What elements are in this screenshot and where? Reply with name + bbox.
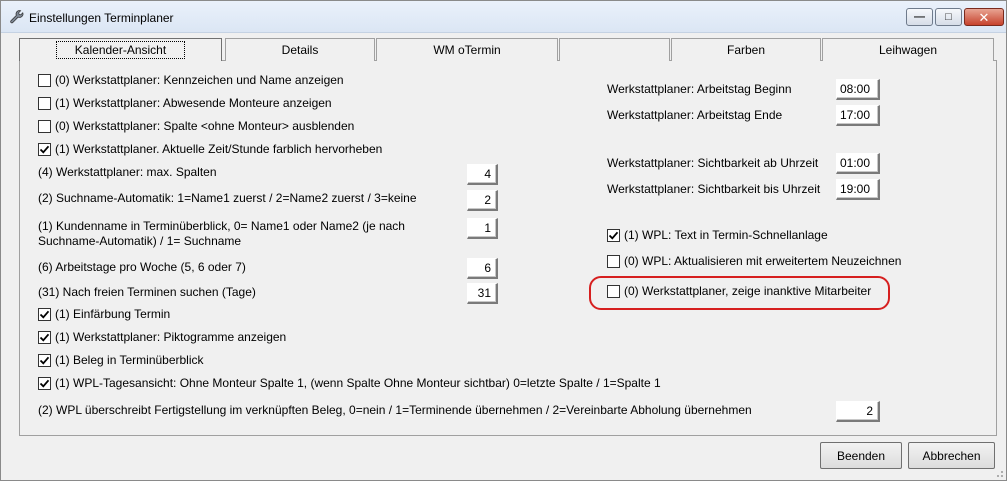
window-title: Einstellungen Terminplaner xyxy=(29,11,174,25)
wrench-icon xyxy=(10,10,24,24)
maximize-button[interactable]: □ xyxy=(935,8,962,26)
checkbox[interactable] xyxy=(38,353,51,367)
arbeitstag-ende-label: Werkstattplaner: Arbeitstag Ende xyxy=(607,108,783,122)
checkbox[interactable] xyxy=(38,96,51,110)
settings-window: Einstellungen Terminplaner — □ ✕ Kalende… xyxy=(0,0,1007,481)
checkbox-row-einfaerbung[interactable]: (1) Einfärbung Termin xyxy=(38,305,170,323)
abbrechen-button[interactable]: Abbrechen xyxy=(908,442,995,469)
checkbox-row-tagesansicht[interactable]: (1) WPL-Tagesansicht: Ohne Monteur Spalt… xyxy=(38,374,661,392)
tab-details[interactable]: Details xyxy=(225,38,375,61)
checkbox-label: (1) Werkstattplaner: Abwesende Monteure … xyxy=(55,96,332,110)
arbeitstag-beginn-field[interactable]: 08:00 xyxy=(836,79,880,100)
tab-empty[interactable] xyxy=(559,38,670,61)
fertigstellung-field[interactable]: 2 xyxy=(836,401,880,422)
checkbox-label: (1) WPL-Tagesansicht: Ohne Monteur Spalt… xyxy=(55,376,661,390)
kundenname-label-line2: Suchname-Automatik) / 1= Suchname xyxy=(38,234,242,248)
checkmark-icon xyxy=(39,310,50,319)
arbeitstag-ende-field[interactable]: 17:00 xyxy=(836,105,880,126)
checkbox-row-termin-schnellanlage[interactable]: (1) WPL: Text in Termin-Schnellanlage xyxy=(607,226,828,244)
checkbox-label: (1) WPL: Text in Termin-Schnellanlage xyxy=(624,228,828,242)
sichtbarkeit-bis-field[interactable]: 19:00 xyxy=(836,179,880,200)
checkbox[interactable] xyxy=(38,330,51,344)
checkbox-label: (0) Werkstattplaner: Kennzeichen und Nam… xyxy=(55,73,344,87)
checkbox-row-ohne-monteur[interactable]: (0) Werkstattplaner: Spalte <ohne Monteu… xyxy=(38,117,354,135)
tab-kalender-ansicht[interactable]: Kalender-Ansicht xyxy=(19,38,222,61)
checkbox[interactable] xyxy=(38,376,51,390)
checkbox-row-beleg[interactable]: (1) Beleg in Terminüberblick xyxy=(38,351,204,369)
arbeitstage-label: (6) Arbeitstage pro Woche (5, 6 oder 7) xyxy=(38,260,246,274)
freie-termine-field[interactable]: 31 xyxy=(467,283,498,304)
tab-strip: Kalender-Ansicht Details WM oTermin Farb… xyxy=(19,38,994,61)
checkbox[interactable] xyxy=(607,228,620,242)
sichtbarkeit-bis-label: Werkstattplaner: Sichtbarkeit bis Uhrzei… xyxy=(607,182,821,196)
sichtbarkeit-ab-label: Werkstattplaner: Sichtbarkeit ab Uhrzeit xyxy=(607,156,819,170)
checkbox-row-aktualisieren[interactable]: (0) WPL: Aktualisieren mit erweitertem N… xyxy=(607,252,901,270)
arbeitstag-beginn-label: Werkstattplaner: Arbeitstag Beginn xyxy=(607,82,792,96)
checkmark-icon xyxy=(608,231,619,240)
checkbox[interactable] xyxy=(607,254,620,268)
checkbox-label: (1) Werkstattplaner. Aktuelle Zeit/Stund… xyxy=(55,142,383,156)
suchname-automatik-label: (2) Suchname-Automatik: 1=Name1 zuerst /… xyxy=(38,191,417,205)
tab-leihwagen[interactable]: Leihwagen xyxy=(822,38,994,61)
title-bar: Einstellungen Terminplaner — □ ✕ xyxy=(1,1,1006,33)
checkbox-label: (1) Werkstattplaner: Piktogramme anzeige… xyxy=(55,330,287,344)
kundenname-field[interactable]: 1 xyxy=(467,218,498,239)
checkbox-row-piktogramme[interactable]: (1) Werkstattplaner: Piktogramme anzeige… xyxy=(38,328,286,346)
checkbox[interactable] xyxy=(38,142,51,156)
minimize-icon: — xyxy=(914,10,925,23)
beenden-button[interactable]: Beenden xyxy=(820,442,902,469)
sichtbarkeit-ab-field[interactable]: 01:00 xyxy=(836,153,880,174)
max-columns-label: (4) Werkstattplaner: max. Spalten xyxy=(38,165,217,179)
minimize-button[interactable]: — xyxy=(906,8,933,26)
highlight-annotation xyxy=(589,276,890,310)
max-columns-field[interactable]: 4 xyxy=(467,164,498,185)
checkbox-label: (0) Werkstattplaner: Spalte <ohne Monteu… xyxy=(55,119,355,133)
maximize-icon: □ xyxy=(945,10,952,23)
checkmark-icon xyxy=(39,145,50,154)
arbeitstage-field[interactable]: 6 xyxy=(467,258,498,279)
checkmark-icon xyxy=(39,356,50,365)
tab-wm-otermin[interactable]: WM oTermin xyxy=(376,38,558,61)
close-button[interactable]: ✕ xyxy=(964,8,1004,26)
checkbox[interactable] xyxy=(38,119,51,133)
fertigstellung-label: (2) WPL überschreibt Fertigstellung im v… xyxy=(38,403,752,417)
checkbox-row-kennzeichen[interactable]: (0) Werkstattplaner: Kennzeichen und Nam… xyxy=(38,71,344,89)
resize-grip-icon[interactable] xyxy=(994,468,1004,478)
checkmark-icon xyxy=(39,333,50,342)
freie-termine-label: (31) Nach freien Terminen suchen (Tage) xyxy=(38,285,256,299)
checkbox[interactable] xyxy=(38,307,51,321)
suchname-automatik-field[interactable]: 2 xyxy=(467,190,498,211)
checkbox-label: (1) Beleg in Terminüberblick xyxy=(55,353,204,367)
checkbox-row-aktuelle-zeit[interactable]: (1) Werkstattplaner. Aktuelle Zeit/Stund… xyxy=(38,140,382,158)
checkbox-row-abwesende-monteure[interactable]: (1) Werkstattplaner: Abwesende Monteure … xyxy=(38,94,332,112)
checkbox-label: (1) Einfärbung Termin xyxy=(55,307,171,321)
checkbox-label: (0) WPL: Aktualisieren mit erweitertem N… xyxy=(624,254,902,268)
checkbox[interactable] xyxy=(38,73,51,87)
kundenname-label-line1: (1) Kundenname in Terminüberblick, 0= Na… xyxy=(38,219,405,233)
tab-farben[interactable]: Farben xyxy=(671,38,821,61)
close-icon: ✕ xyxy=(978,9,990,25)
checkmark-icon xyxy=(39,379,50,388)
